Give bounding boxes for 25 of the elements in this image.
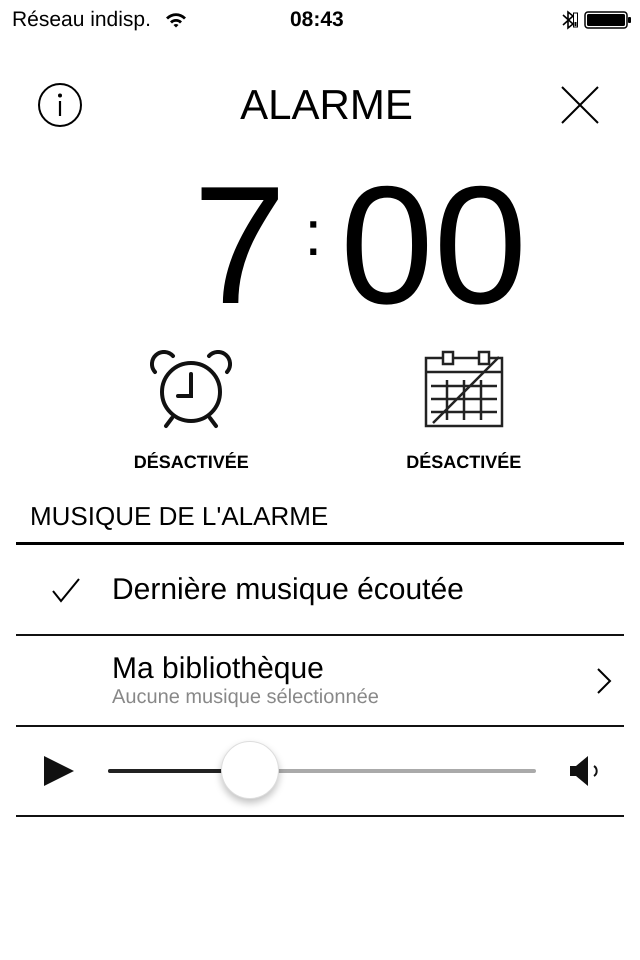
bluetooth-icon	[560, 9, 578, 31]
option-subtitle: Aucune musique sélectionnée	[112, 686, 380, 709]
alarm-hours[interactable]: 7	[192, 170, 286, 320]
alarm-minutes[interactable]: 00	[340, 170, 528, 320]
volume-slider[interactable]	[108, 741, 536, 801]
battery-icon	[584, 10, 632, 30]
play-icon[interactable]	[42, 755, 76, 787]
toggle-status: DÉSACTIVÉE	[406, 452, 522, 473]
option-title: Dernière musique écoutée	[112, 572, 465, 606]
slider-thumb[interactable]	[221, 741, 280, 799]
calendar-icon[interactable]	[422, 350, 505, 430]
time-separator: :	[304, 196, 322, 271]
music-option[interactable]: Dernière musique écoutée	[16, 545, 624, 636]
chevron-icon	[596, 666, 612, 694]
option-title: Ma bibliothèque	[112, 652, 325, 686]
status-time: 08:43	[290, 8, 344, 32]
info-icon[interactable]	[37, 82, 83, 128]
wifi-icon	[164, 12, 187, 28]
section-title: MUSIQUE DE L'ALARME	[29, 500, 330, 533]
screen-title: ALARME	[240, 81, 413, 129]
toggle-status: DÉSACTIVÉE	[134, 452, 249, 473]
carrier-name: Réseau indisp.	[12, 8, 151, 32]
music-option[interactable]: Ma bibliothèque Aucune musique sélectionnée	[16, 636, 624, 727]
alarm-clock-icon[interactable]	[150, 350, 232, 430]
close-icon[interactable]	[560, 85, 600, 125]
